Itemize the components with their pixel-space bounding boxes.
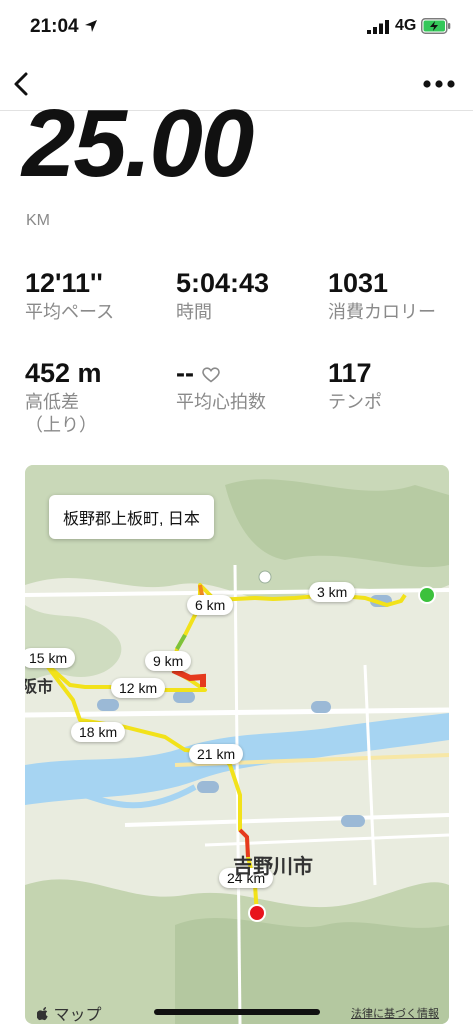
distance-unit: KM: [26, 212, 50, 229]
home-indicator[interactable]: [154, 1009, 320, 1015]
status-bar: 21:04 4G: [0, 0, 473, 58]
km-marker: 3 km: [309, 582, 356, 602]
km-marker: 12 km: [111, 678, 166, 698]
battery-charging-icon: [421, 18, 451, 34]
apple-maps-label: マップ: [53, 1007, 102, 1024]
km-marker: 15 km: [25, 648, 76, 668]
start-marker: [418, 586, 436, 604]
elevation-label: 高低差: [25, 392, 79, 412]
apple-maps-attribution: マップ: [36, 1001, 102, 1024]
apple-logo-icon: [36, 1007, 48, 1021]
heart-icon: [202, 367, 220, 383]
elevation-value: 452 m: [25, 358, 102, 388]
km-marker: 21 km: [189, 744, 244, 764]
pace-label: 平均ペース: [25, 302, 115, 322]
place-label-partial: 阪市: [25, 679, 54, 696]
route-map[interactable]: 板野郡上板町, 日本 3 km 6 km 9 km 12 km 15 km 18…: [25, 465, 449, 1024]
calories-label: 消費カロリー: [328, 302, 436, 322]
signal-icon: [367, 20, 389, 34]
pace-value: 12'11'': [25, 268, 103, 298]
time-value: 5:04:43: [176, 268, 270, 298]
location-callout: 板野郡上板町, 日本: [49, 495, 214, 539]
time-label: 時間: [176, 302, 212, 322]
network-type: 4G: [395, 17, 417, 34]
heart-rate-label: 平均心拍数: [176, 392, 266, 412]
end-marker: [248, 904, 266, 922]
heart-rate-text: --: [176, 358, 194, 388]
heart-rate-value: --: [176, 358, 220, 389]
status-time: 21:04: [30, 16, 79, 37]
location-arrow-icon: [85, 20, 97, 32]
cadence-value: 117: [328, 358, 372, 388]
place-label: 吉野川市: [233, 856, 313, 878]
km-marker: 6 km: [187, 595, 234, 615]
km-marker: 9 km: [145, 651, 192, 671]
calories-value: 1031: [328, 268, 389, 298]
more-icon[interactable]: [422, 78, 456, 90]
legal-link[interactable]: 法律に基づく情報: [351, 1005, 439, 1021]
km-marker: 18 km: [71, 722, 126, 742]
cadence-label: テンポ: [328, 392, 382, 412]
distance-value: 25.00: [22, 90, 254, 197]
elevation-label-sub: （上り）: [25, 415, 97, 435]
